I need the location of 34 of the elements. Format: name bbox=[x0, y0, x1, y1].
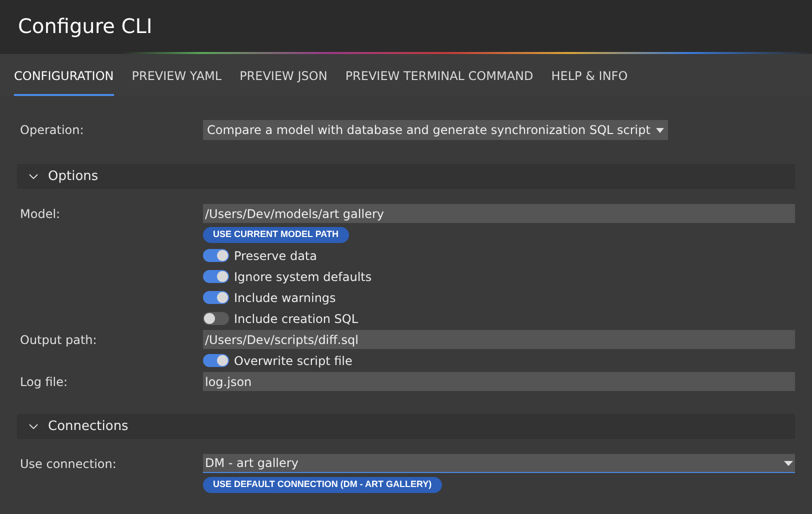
dropdown-caret-icon bbox=[784, 460, 793, 466]
toggle-label: Ignore system defaults bbox=[234, 268, 372, 286]
input-field[interactable]: log.json bbox=[203, 372, 795, 391]
toggle-switch[interactable] bbox=[203, 249, 229, 262]
section-header[interactable]: Options bbox=[17, 164, 795, 189]
input-field[interactable]: /Users/Dev/scripts/diff.sql bbox=[203, 330, 795, 349]
toggle-label: Include warnings bbox=[234, 290, 336, 306]
toggle-switch[interactable] bbox=[203, 312, 229, 325]
field-label: Use connection: bbox=[19, 456, 118, 472]
tab[interactable]: CONFIGURATION bbox=[14, 54, 114, 96]
field-label: Output path: bbox=[19, 332, 98, 348]
connection-dropdown[interactable]: DM - art gallery bbox=[203, 454, 795, 473]
toggle-label: Overwrite script file bbox=[234, 352, 352, 370]
dropdown-caret-icon bbox=[656, 128, 664, 132]
tab[interactable]: PREVIEW TERMINAL COMMAND bbox=[345, 54, 534, 96]
field-label: Operation: bbox=[19, 122, 85, 139]
input-field[interactable]: /Users/Dev/models/art gallery bbox=[203, 204, 795, 223]
toggle-label: Preserve data bbox=[234, 248, 317, 264]
tab[interactable]: PREVIEW YAML bbox=[132, 54, 222, 96]
action-button[interactable]: USE CURRENT MODEL PATH bbox=[203, 226, 349, 242]
window-title: Configure CLI bbox=[18, 13, 152, 40]
toggle-label: Include creation SQL bbox=[234, 310, 358, 328]
toggle-switch[interactable] bbox=[203, 270, 229, 283]
tab[interactable]: PREVIEW JSON bbox=[240, 54, 328, 96]
section-header[interactable]: Connections bbox=[17, 414, 795, 439]
field-label: Model: bbox=[19, 206, 62, 222]
toggle-switch[interactable] bbox=[203, 354, 229, 367]
field-label: Log file: bbox=[19, 374, 69, 390]
tab[interactable]: HELP & INFO bbox=[551, 54, 628, 96]
chevron-down-icon bbox=[29, 174, 38, 179]
toggle-switch[interactable] bbox=[203, 291, 229, 304]
operation-dropdown[interactable]: Compare a model with database and generate synchronization SQL script bbox=[203, 120, 668, 140]
chevron-down-icon bbox=[29, 424, 38, 429]
action-button[interactable]: USE DEFAULT CONNECTION (DM - ART GALLERY) bbox=[203, 476, 442, 492]
